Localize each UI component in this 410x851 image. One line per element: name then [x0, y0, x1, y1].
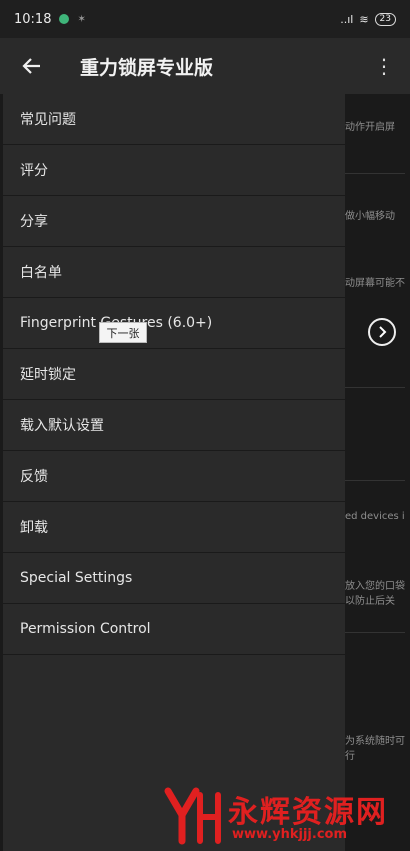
back-arrow-icon[interactable] [14, 48, 50, 84]
more-vert-icon[interactable]: ⋮ [372, 54, 396, 78]
status-right: ..ıl ≋ 23 [340, 12, 396, 26]
drawer-item-whitelist[interactable]: 白名单 [3, 247, 345, 298]
chevron-right-icon[interactable] [368, 318, 396, 346]
divider [345, 387, 405, 388]
wifi-icon: ≋ [359, 12, 369, 26]
navigation-drawer: 常见问题 评分 分享 白名单 Fingerprint Gestures (6.0… [3, 94, 345, 851]
notification-icon: ✶ [77, 13, 86, 25]
drawer-item-load-defaults[interactable]: 载入默认设置 [3, 400, 345, 451]
app-bar: 重力锁屏专业版 ⋮ [0, 38, 410, 94]
divider [345, 632, 405, 633]
divider [345, 173, 405, 174]
drawer-item-feedback[interactable]: 反馈 [3, 451, 345, 502]
bg-hint: 放入您的口袋 [345, 581, 405, 592]
app-notification-icon [59, 14, 70, 24]
watermark: 永辉资源网 www.yhkjjj.com [160, 785, 410, 851]
bg-hint: 行 [345, 751, 355, 762]
drawer-item-rate[interactable]: 评分 [3, 145, 345, 196]
drawer-item-special-settings[interactable]: Special Settings [3, 553, 345, 604]
watermark-url: www.yhkjjj.com [232, 827, 348, 842]
drawer-item-share[interactable]: 分享 [3, 196, 345, 247]
status-time: 10:18 [14, 11, 52, 27]
watermark-brand: 永辉资源网 [228, 795, 388, 830]
page-title: 重力锁屏专业版 [80, 56, 214, 79]
drawer-item-faq[interactable]: 常见问题 [3, 94, 345, 145]
drawer-item-delay-lock[interactable]: 延时锁定 [3, 349, 345, 400]
bg-hint: ed devices it [345, 511, 405, 522]
drawer-item-fingerprint-gestures[interactable]: Fingerprint Gestures (6.0+) [3, 298, 345, 349]
bg-hint: 动屏幕可能不 [345, 278, 405, 289]
bg-hint: 以防止后关 [345, 596, 395, 607]
drawer-item-permission-control[interactable]: Permission Control [3, 604, 345, 655]
bg-hint: 为系统随时可 [345, 736, 405, 747]
drawer-item-uninstall[interactable]: 卸载 [3, 502, 345, 553]
battery-icon: 23 [374, 12, 396, 26]
divider [345, 480, 405, 481]
signal-icon: ..ıl [340, 12, 354, 26]
tooltip-next: 下一张 [99, 322, 147, 343]
bg-hint: 动作开启屏 [345, 122, 395, 133]
watermark-logo-icon [164, 787, 221, 845]
bg-hint: 做小幅移动 [345, 211, 395, 222]
status-bar: 10:18 ✶ ..ıl ≋ 23 [0, 0, 410, 38]
